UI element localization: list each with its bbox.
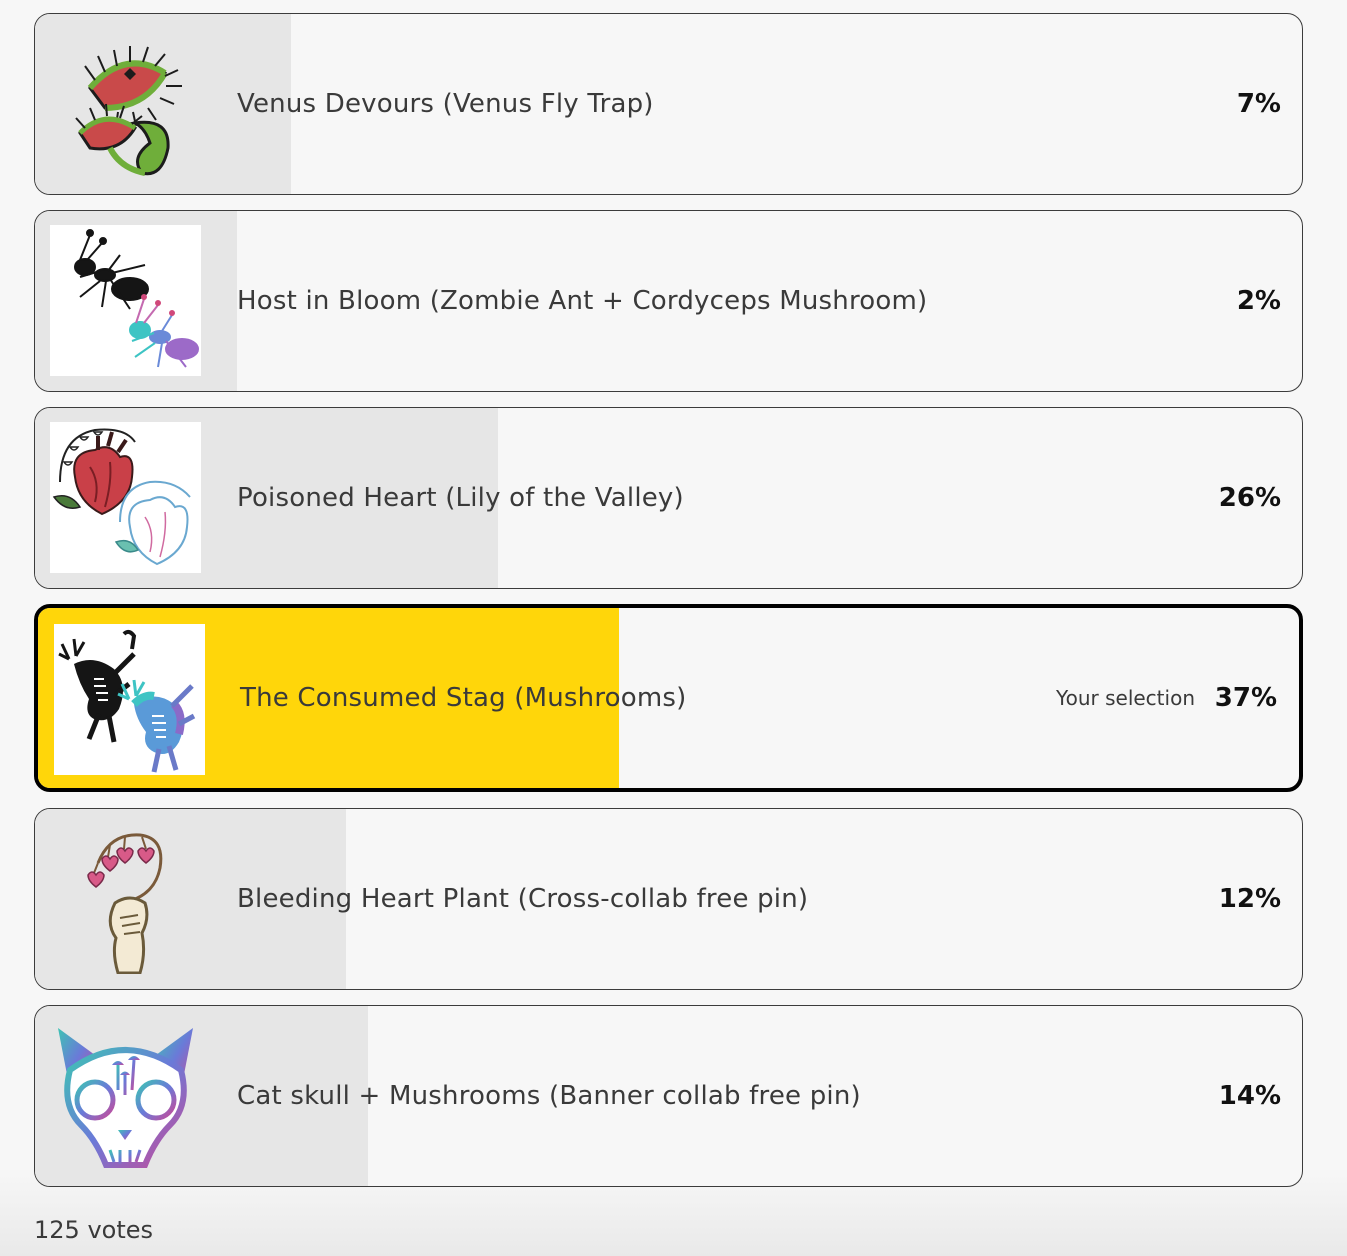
your-selection-label: Your selection (1056, 686, 1195, 710)
option-label: Cat skull + Mushrooms (Banner collab fre… (237, 1081, 861, 1111)
option-percent: 12% (1218, 884, 1281, 914)
option-label: Venus Devours (Venus Fly Trap) (237, 89, 654, 119)
poll-option-host-in-bloom[interactable]: Host in Bloom (Zombie Ant + Cordyceps Mu… (34, 210, 1303, 392)
option-percent: 14% (1218, 1081, 1281, 1111)
option-label: Bleeding Heart Plant (Cross-collab free … (237, 884, 809, 914)
bleeding-heart-icon (50, 823, 201, 974)
consumed-stag-icon (54, 624, 205, 775)
poll-option-venus-devours[interactable]: Venus Devours (Venus Fly Trap) 7% (34, 13, 1303, 195)
option-percent: 2% (1236, 286, 1281, 316)
zombie-ant-icon (50, 225, 201, 376)
option-percent: 26% (1218, 483, 1281, 513)
cat-skull-icon (50, 1020, 201, 1171)
poll-option-poisoned-heart[interactable]: Poisoned Heart (Lily of the Valley) 26% (34, 407, 1303, 589)
option-percent: 37% (1214, 683, 1277, 713)
option-label: Host in Bloom (Zombie Ant + Cordyceps Mu… (237, 286, 928, 316)
venus-fly-trap-icon (50, 28, 201, 179)
option-label: Poisoned Heart (Lily of the Valley) (237, 483, 684, 513)
poll-option-bleeding-heart[interactable]: Bleeding Heart Plant (Cross-collab free … (34, 808, 1303, 990)
poisoned-heart-icon (50, 422, 201, 573)
poll-option-consumed-stag[interactable]: The Consumed Stag (Mushrooms) Your selec… (34, 604, 1303, 792)
option-percent: 7% (1236, 89, 1281, 119)
vote-count: 125 votes (34, 1216, 154, 1244)
poll-option-cat-skull[interactable]: Cat skull + Mushrooms (Banner collab fre… (34, 1005, 1303, 1187)
option-label: The Consumed Stag (Mushrooms) (240, 683, 687, 713)
poll-results: Venus Devours (Venus Fly Trap) 7% Host i… (34, 13, 1303, 1202)
